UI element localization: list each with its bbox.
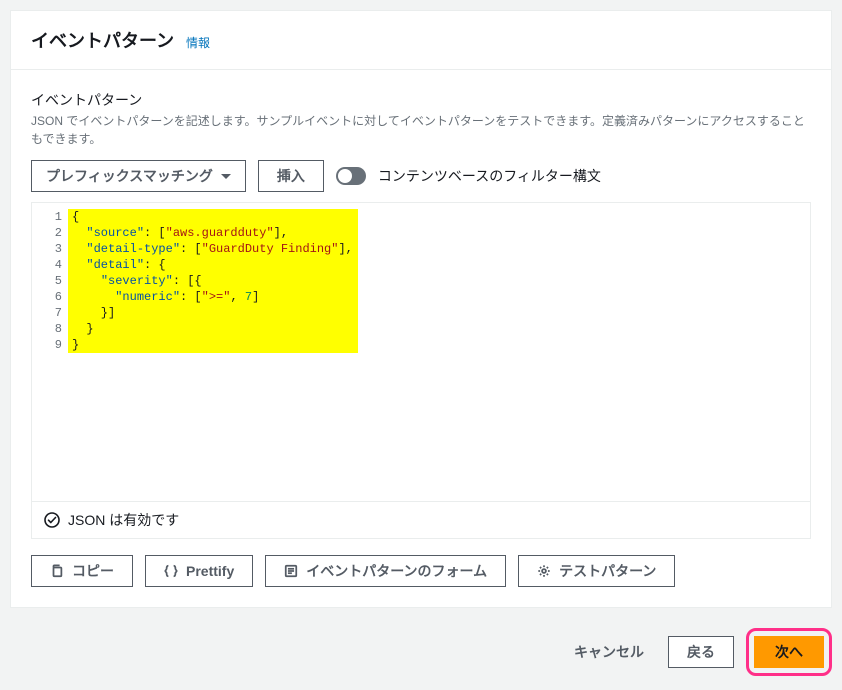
toggle-label: コンテンツベースのフィルター構文: [378, 166, 601, 186]
prettify-button[interactable]: Prettify: [145, 555, 253, 587]
copy-button[interactable]: コピー: [31, 555, 133, 587]
gear-icon: [537, 564, 551, 578]
insert-button[interactable]: 挿入: [258, 160, 324, 192]
wizard-footer: キャンセル 戻る 次へ: [0, 608, 842, 690]
json-editor[interactable]: 123456789 { "source": ["aws.guardduty"],…: [31, 202, 811, 502]
braces-icon: [164, 564, 178, 578]
chevron-down-icon: [221, 174, 231, 179]
status-text: JSON は有効です: [68, 510, 179, 530]
next-button-highlight: 次へ: [746, 628, 832, 676]
content-filter-toggle[interactable]: [336, 167, 366, 185]
prefix-matching-dropdown[interactable]: プレフィックスマッチング: [31, 160, 246, 192]
editor-actions: コピー Prettify イベントパターンのフォーム: [31, 555, 811, 587]
back-button[interactable]: 戻る: [668, 636, 734, 668]
test-pattern-button[interactable]: テストパターン: [518, 555, 675, 587]
pattern-form-button[interactable]: イベントパターンのフォーム: [265, 555, 506, 587]
panel-header: イベントパターン 情報: [11, 11, 831, 57]
check-circle-icon: [44, 512, 60, 528]
json-status-bar: JSON は有効です: [31, 501, 811, 539]
field-label: イベントパターン: [31, 90, 811, 110]
dropdown-label: プレフィックスマッチング: [46, 166, 213, 186]
copy-icon: [50, 564, 64, 578]
code-lines: { "source": ["aws.guardduty"], "detail-t…: [72, 209, 810, 353]
panel-body: イベントパターン JSON でイベントパターンを記述します。サンプルイベントに対…: [11, 69, 831, 607]
form-icon: [284, 564, 298, 578]
event-pattern-panel: イベントパターン 情報 イベントパターン JSON でイベントパターンを記述しま…: [10, 10, 832, 608]
controls-row: プレフィックスマッチング 挿入 コンテンツベースのフィルター構文: [31, 160, 811, 192]
panel-title: イベントパターン: [31, 31, 174, 51]
next-button[interactable]: 次へ: [754, 636, 824, 668]
code-area[interactable]: { "source": ["aws.guardduty"], "detail-t…: [68, 203, 810, 501]
line-gutter: 123456789: [32, 203, 68, 501]
cancel-button[interactable]: キャンセル: [562, 636, 656, 668]
field-description: JSON でイベントパターンを記述します。サンプルイベントに対してイベントパター…: [31, 112, 811, 148]
info-link[interactable]: 情報: [186, 36, 210, 50]
